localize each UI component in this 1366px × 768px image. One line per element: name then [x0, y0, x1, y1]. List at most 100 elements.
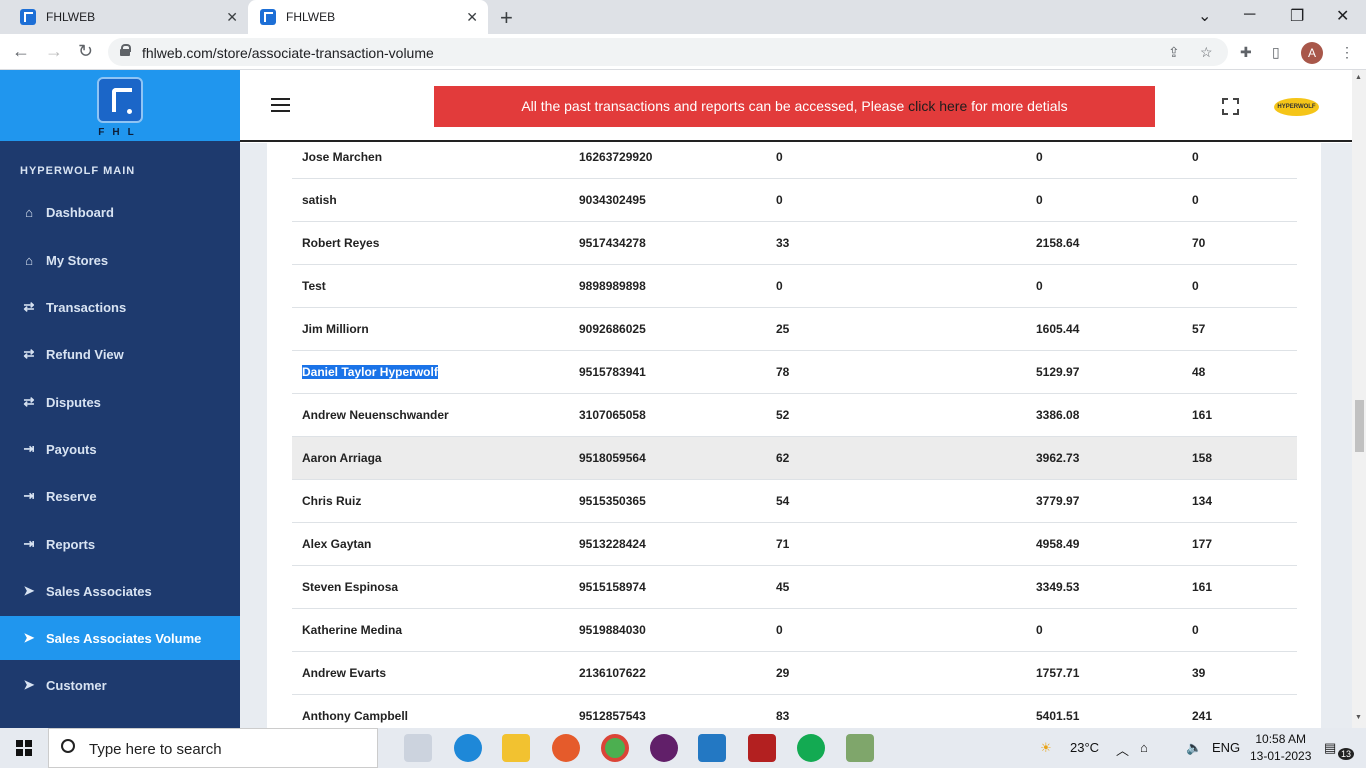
app-icon[interactable] — [846, 734, 874, 762]
phone-cell: 3107065058 — [579, 408, 646, 422]
filezilla-icon[interactable] — [748, 734, 776, 762]
notification-icon[interactable]: ▤ — [1324, 740, 1336, 756]
transaction-count-cell: 33 — [776, 236, 790, 250]
hyperwolf-logo[interactable]: HYPERWOLF — [1274, 98, 1319, 116]
arrows-icon: ⇄ — [23, 299, 35, 314]
vscode-icon[interactable] — [698, 734, 726, 762]
table-row[interactable]: Alex Gaytan 9513228424 71 4958.49 177 — [292, 523, 1297, 566]
column-5-cell: 48 — [1192, 365, 1206, 379]
sidebar-item-customer[interactable]: ➤ Customer — [0, 663, 240, 707]
restore-icon[interactable]: ❐ — [1290, 6, 1304, 26]
new-tab-icon[interactable]: + — [500, 5, 513, 31]
forward-icon[interactable]: → — [45, 41, 63, 62]
chevron-down-icon[interactable]: ⌄ — [1198, 6, 1211, 26]
column-5-cell: 0 — [1192, 623, 1199, 637]
transaction-count-cell: 71 — [776, 537, 790, 551]
hamburger-menu-icon[interactable] — [271, 98, 290, 112]
sidebar-item-reports[interactable]: ⇥ Reports — [0, 522, 240, 566]
table-row[interactable]: Daniel Taylor Hyperwolf 9515783941 78 5129.… — [292, 351, 1297, 394]
browser-tab[interactable]: FHLWEB ✕ — [8, 0, 248, 34]
chrome-icon[interactable] — [601, 734, 629, 762]
banner-link[interactable]: click here — [908, 98, 967, 114]
associate-name-cell: Alex Gaytan — [302, 537, 372, 551]
extensions-icon[interactable]: ✚ — [1240, 44, 1252, 61]
weather-icon[interactable]: ☀ — [1040, 740, 1052, 756]
sidebar-item-sales-associates[interactable]: ➤ Sales Associates — [0, 569, 240, 613]
table-row[interactable]: Chris Ruiz 9515350365 54 3779.97 134 — [292, 480, 1297, 523]
arrows-icon: ⇄ — [23, 346, 35, 361]
table-row[interactable]: Jim Milliorn 9092686025 25 1605.44 57 — [292, 308, 1297, 351]
table-row[interactable]: Test 9898989898 0 0 0 — [292, 265, 1297, 308]
fullscreen-icon[interactable] — [1222, 98, 1239, 115]
firefox-icon[interactable] — [552, 734, 580, 762]
sidebar-item-dashboard[interactable]: ⌂ Dashboard — [0, 190, 240, 234]
star-icon[interactable]: ☆ — [1200, 44, 1213, 61]
amount-cell: 3386.08 — [1036, 408, 1080, 422]
table-row[interactable]: Anthony Campbell 9512857543 83 5401.51 241 — [292, 695, 1297, 728]
tray-chevron-icon[interactable]: ︿ — [1116, 740, 1129, 759]
amount-cell: 0 — [1036, 623, 1043, 637]
fhl-logo-icon[interactable] — [97, 77, 143, 123]
task-view-icon[interactable] — [404, 734, 432, 762]
phone-cell: 9898989898 — [579, 279, 646, 293]
file-explorer-icon[interactable] — [502, 734, 530, 762]
table-row[interactable]: Jose Marchen 16263729920 0 0 0 — [292, 143, 1297, 179]
profile-avatar[interactable]: A — [1301, 42, 1323, 64]
window-close-icon[interactable]: ✕ — [1336, 6, 1349, 26]
scroll-up-icon[interactable]: ▲ — [1355, 74, 1362, 81]
table-row[interactable]: Andrew Neuenschwander 3107065058 52 3386.08… — [292, 394, 1297, 437]
sidebar-item-disputes[interactable]: ⇄ Disputes — [0, 380, 240, 424]
close-icon[interactable]: ✕ — [226, 9, 238, 26]
browser-tab-active[interactable]: FHLWEB ✕ — [248, 0, 488, 34]
sidebar-item-sales-associates-volume[interactable]: ➤ Sales Associates Volume — [0, 616, 240, 660]
sidebar-item-payouts[interactable]: ⇥ Payouts — [0, 427, 240, 471]
slack-icon[interactable] — [650, 734, 678, 762]
language-text[interactable]: ENG — [1212, 740, 1240, 755]
clock[interactable]: 10:58 AM 13-01-2023 — [1250, 731, 1311, 765]
amount-cell: 3779.97 — [1036, 494, 1080, 508]
sidebar-item-transactions[interactable]: ⇄ Transactions — [0, 285, 240, 329]
table-row[interactable]: satish 9034302495 0 0 0 — [292, 179, 1297, 222]
minimize-icon[interactable]: ─ — [1244, 6, 1255, 24]
transaction-count-cell: 45 — [776, 580, 790, 594]
arrows-icon: ⇄ — [23, 394, 35, 409]
table-row[interactable]: Katherine Medina 9519884030 0 0 0 — [292, 609, 1297, 652]
top-header: All the past transactions and reports ca… — [240, 70, 1352, 142]
share-icon[interactable]: ⇪ — [1168, 44, 1180, 61]
mongodb-compass-icon[interactable] — [797, 734, 825, 762]
sidebar-item-my-stores[interactable]: ⌂ My Stores — [0, 238, 240, 282]
network-icon[interactable]: ⌂ — [1140, 740, 1148, 755]
windows-start-icon[interactable] — [16, 740, 32, 756]
page-scrollbar[interactable]: ▲ ▼ — [1352, 70, 1366, 728]
phone-cell: 9515350365 — [579, 494, 646, 508]
edge-icon[interactable] — [454, 734, 482, 762]
transaction-count-cell: 78 — [776, 365, 790, 379]
amount-cell: 3349.53 — [1036, 580, 1080, 594]
associate-name-cell: Anthony Campbell — [302, 709, 409, 723]
menu-dots-icon[interactable]: ⋮ — [1340, 44, 1354, 61]
side-panel-icon[interactable]: ▯ — [1272, 44, 1280, 61]
table-row[interactable]: Steven Espinosa 9515158974 45 3349.53 161 — [292, 566, 1297, 609]
sidebar-item-refund-view[interactable]: ⇄ Refund View — [0, 332, 240, 376]
table-row[interactable]: Robert Reyes 9517434278 33 2158.64 70 — [292, 222, 1297, 265]
associate-name-cell: Andrew Evarts — [302, 666, 387, 680]
sidebar-item-label: Dashboard — [46, 204, 114, 220]
sidebar-item-label: Refund View — [46, 346, 124, 362]
close-icon[interactable]: ✕ — [466, 9, 478, 26]
taskbar-search-input[interactable]: Type here to search — [48, 728, 378, 768]
sidebar-item-reserve[interactable]: ⇥ Reserve — [0, 474, 240, 518]
url-input[interactable]: fhlweb.com/store/associate-transaction-v… — [108, 38, 1228, 66]
amount-cell: 3962.73 — [1036, 451, 1080, 465]
reload-icon[interactable]: ↻ — [78, 41, 93, 62]
scroll-thumb[interactable] — [1355, 400, 1364, 452]
back-icon[interactable]: ← — [12, 41, 30, 62]
scroll-down-icon[interactable]: ▼ — [1355, 714, 1362, 721]
table-row[interactable]: Aaron Arriaga 9518059564 62 3962.73 158 — [292, 437, 1297, 480]
temperature-text[interactable]: 23°C — [1070, 740, 1099, 755]
column-5-cell: 161 — [1192, 580, 1213, 594]
table-row[interactable]: Andrew Evarts 2136107622 29 1757.71 39 — [292, 652, 1297, 695]
associate-name-cell: Daniel Taylor Hyperwolf — [302, 365, 438, 379]
volume-icon[interactable]: 🔈 — [1186, 740, 1202, 756]
amount-cell: 0 — [1036, 193, 1043, 207]
sidebar-item-label: Disputes — [46, 394, 101, 410]
